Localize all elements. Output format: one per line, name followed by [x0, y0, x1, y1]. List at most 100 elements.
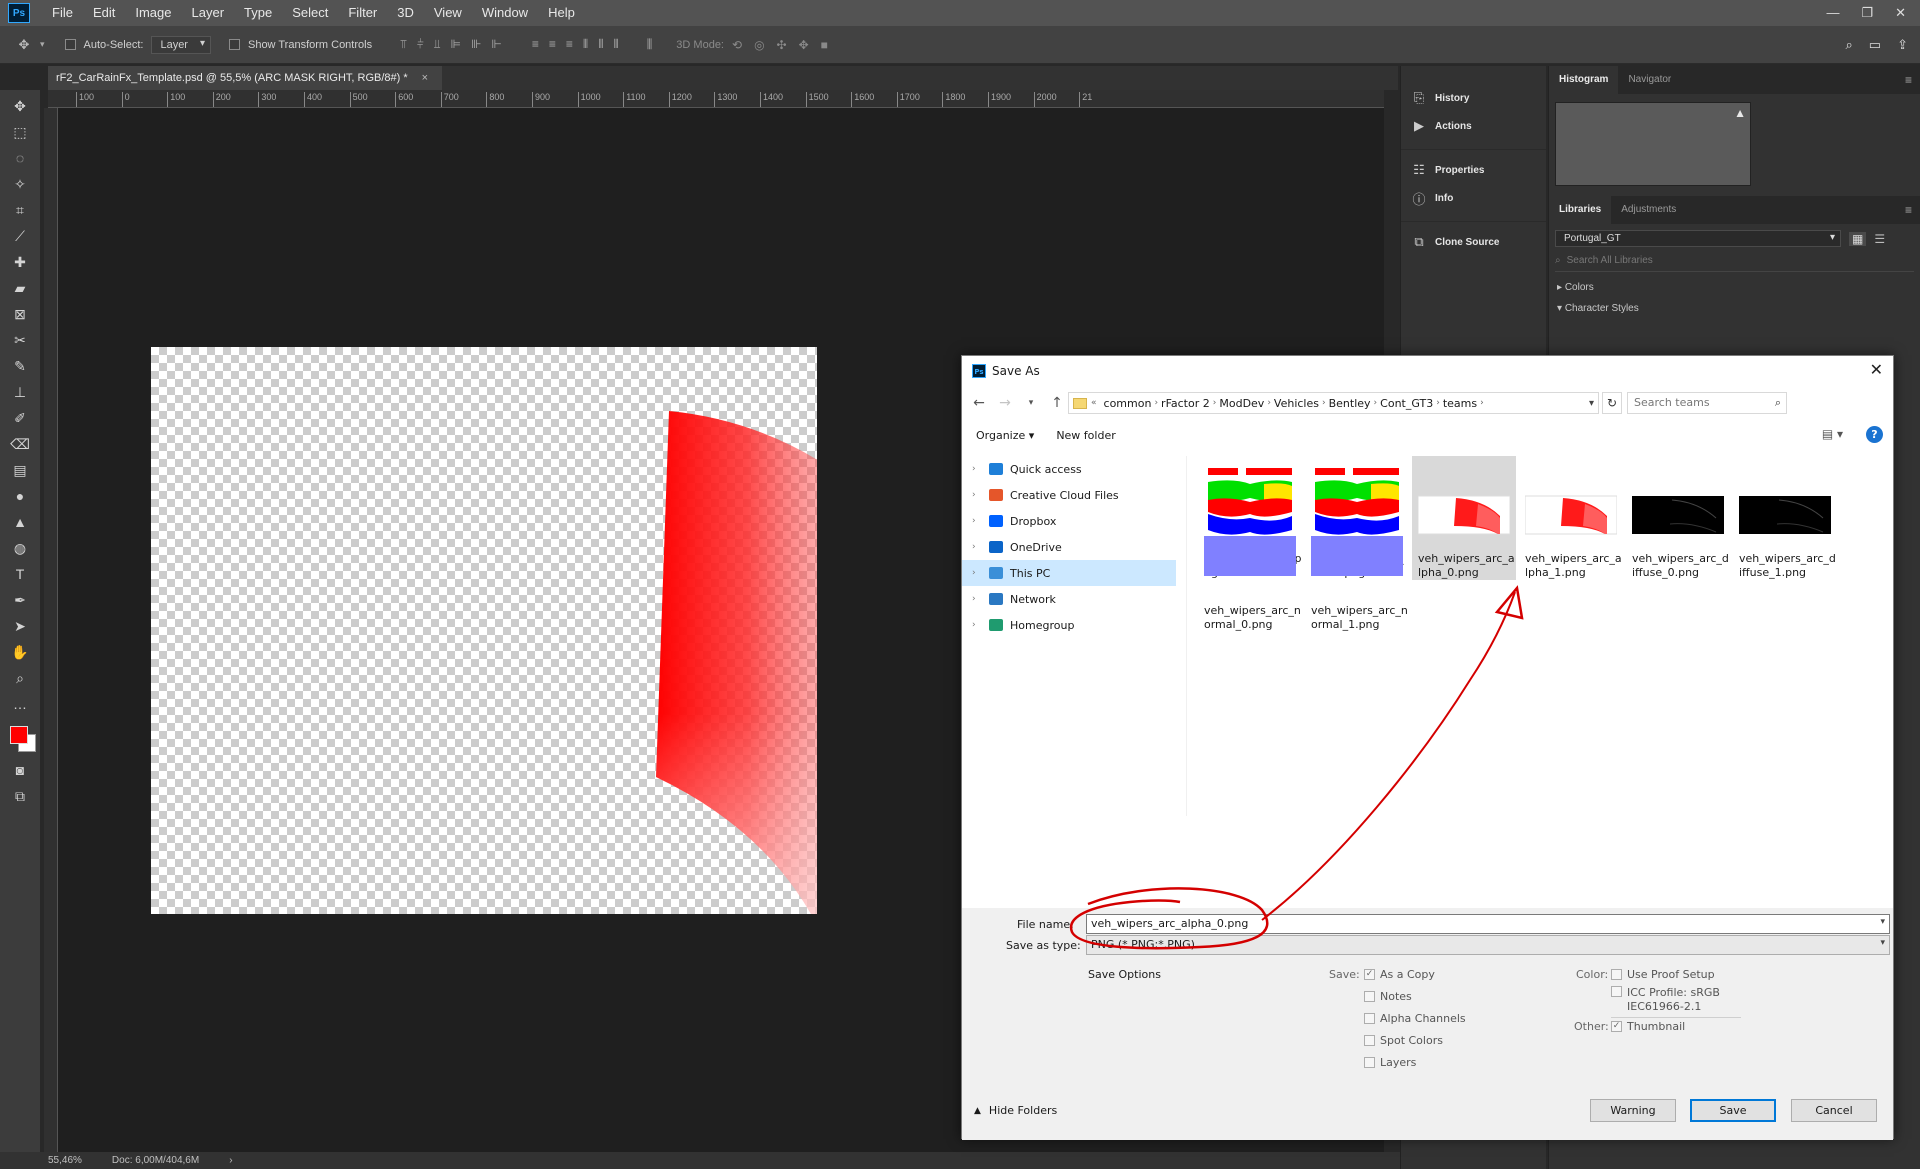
3d-scale-icon[interactable]: ■	[821, 38, 828, 52]
pen-tool-icon[interactable]: ✒	[7, 590, 33, 610]
tab-libraries[interactable]: Libraries	[1549, 196, 1612, 224]
menu-help[interactable]: Help	[538, 0, 585, 26]
menu-3d[interactable]: 3D	[387, 0, 424, 26]
library-dropdown[interactable]: Portugal_GT	[1555, 230, 1841, 247]
distribute-bottom-icon[interactable]: ≡	[566, 37, 573, 52]
change-view-icon[interactable]: ▤ ▾	[1822, 427, 1843, 441]
panel-menu-icon[interactable]: ≡	[1905, 203, 1912, 217]
quick-mask-icon[interactable]: ◙	[7, 760, 33, 780]
expand-chevron-icon[interactable]: ›	[972, 542, 982, 552]
align-left-icon[interactable]: ⊫	[451, 37, 461, 52]
distribute-top-icon[interactable]: ≡	[532, 37, 539, 52]
align-bottom-icon[interactable]: ⫫	[434, 37, 441, 52]
icc-profile-checkbox[interactable]: ICC Profile: sRGB IEC61966-2.1	[1611, 986, 1720, 1014]
list-view-icon[interactable]: ☰	[1874, 232, 1885, 246]
address-bar[interactable]: « common › rFactor 2 › ModDev › Vehicles › Bentl…	[1068, 392, 1599, 414]
distribute-vcenter-icon[interactable]: ≡	[549, 37, 556, 52]
sharpen-tool-icon[interactable]: ▲	[7, 512, 33, 532]
crop-tool-icon[interactable]: ⌗	[7, 200, 33, 220]
distribute-hcenter-icon[interactable]: ⦀	[598, 37, 603, 52]
chevron-down-icon[interactable]: ▾	[40, 39, 45, 50]
save-option-as-a-copy-checkbox[interactable]: ✓ As a Copy	[1364, 968, 1435, 981]
align-top-icon[interactable]: ⫪	[400, 37, 407, 52]
help-icon[interactable]: ?	[1866, 426, 1883, 443]
move-tool-icon[interactable]: ✥	[16, 37, 32, 53]
search-icon[interactable]: ⌕	[1846, 37, 1853, 53]
auto-select-dropdown[interactable]: Layer	[151, 35, 211, 54]
address-history-chevron-icon[interactable]: ▾	[1589, 398, 1598, 409]
file-item[interactable]: veh_wipers_arc_alpha_0.png	[1412, 456, 1516, 580]
close-icon[interactable]: ✕	[1895, 5, 1906, 21]
tab-navigator[interactable]: Navigator	[1618, 66, 1681, 94]
breadcrumb-item[interactable]: rFactor 2	[1158, 397, 1213, 410]
tab-histogram[interactable]: Histogram	[1549, 66, 1619, 94]
breadcrumb-item[interactable]: ModDev	[1216, 397, 1267, 410]
dodge-tool-icon[interactable]: ◍	[7, 538, 33, 558]
breadcrumb-item[interactable]: Cont_GT3	[1377, 397, 1436, 410]
breadcrumb-item[interactable]: teams	[1440, 397, 1480, 410]
dock-item-info[interactable]: ⓘ Info	[1401, 184, 1546, 212]
lasso-tool-icon[interactable]: ◌	[7, 148, 33, 168]
library-search[interactable]: ⌕ Search All Libraries	[1555, 255, 1914, 272]
zoom-level[interactable]: 55,46%	[48, 1155, 82, 1166]
organize-button[interactable]: Organize ▾	[976, 429, 1034, 442]
file-item[interactable]: veh_wipers_arc_normal_0.png	[1198, 532, 1302, 656]
menu-window[interactable]: Window	[472, 0, 538, 26]
nav-item-homegroup[interactable]: › Homegroup	[962, 612, 1186, 638]
menu-select[interactable]: Select	[282, 0, 338, 26]
align-vcenter-icon[interactable]: ⫩	[417, 37, 424, 52]
close-tab-icon[interactable]: ×	[422, 66, 428, 90]
save-as-type-select[interactable]: PNG (*.PNG;*.PNG) ▾	[1086, 935, 1890, 955]
breadcrumb-item[interactable]: common	[1101, 397, 1155, 410]
warning-icon[interactable]: ▲	[1734, 106, 1746, 120]
expand-chevron-icon[interactable]: ›	[972, 620, 982, 630]
save-button[interactable]: Save	[1690, 1099, 1776, 1122]
document-tab[interactable]: rF2_CarRainFx_Template.psd @ 55,5% (ARC …	[48, 66, 443, 90]
file-item[interactable]: veh_wipers_arc_diffuse_1.png	[1733, 456, 1837, 580]
cancel-button[interactable]: Cancel	[1791, 1099, 1877, 1122]
healing-brush-tool-icon[interactable]: ✚	[7, 252, 33, 272]
breadcrumb-separator-icon[interactable]: ›	[1480, 398, 1484, 408]
3d-roll-icon[interactable]: ◎	[754, 38, 764, 52]
nav-item-creative-cloud-files[interactable]: › Creative Cloud Files	[962, 482, 1186, 508]
expand-chevron-icon[interactable]: ›	[972, 594, 982, 604]
expand-chevron-icon[interactable]: ›	[972, 516, 982, 526]
share-icon[interactable]: ⇪	[1897, 37, 1908, 53]
status-menu-chevron-icon[interactable]: ›	[229, 1155, 232, 1166]
hide-folders-toggle[interactable]: ▲ Hide Folders	[974, 1104, 1057, 1117]
eraser-tool-icon[interactable]: ⌫	[7, 434, 33, 454]
history-brush-tool-icon[interactable]: ✐	[7, 408, 33, 428]
color-swatches[interactable]	[6, 724, 36, 754]
document-canvas[interactable]	[151, 347, 817, 914]
foreground-color-swatch[interactable]	[10, 726, 28, 744]
warning-button[interactable]: Warning	[1590, 1099, 1676, 1122]
use-proof-setup-checkbox[interactable]: Use Proof Setup	[1611, 968, 1715, 981]
stamp-tool-icon[interactable]: ⊥	[7, 382, 33, 402]
file-item[interactable]: veh_wipers_arc_normal_1.png	[1305, 532, 1409, 656]
expand-chevron-icon[interactable]: ›	[972, 568, 982, 578]
frame-tool-icon[interactable]: ⊠	[7, 304, 33, 324]
menu-view[interactable]: View	[424, 0, 472, 26]
dock-item-properties[interactable]: ☷ Properties	[1401, 156, 1546, 184]
distribute-left-icon[interactable]: ⦀	[583, 37, 588, 52]
nav-item-dropbox[interactable]: › Dropbox	[962, 508, 1186, 534]
gradient-tool-icon[interactable]: ▤	[7, 460, 33, 480]
3d-rotate-icon[interactable]: ⟲	[732, 38, 742, 52]
brush-tool-icon[interactable]: ✎	[7, 356, 33, 376]
menu-filter[interactable]: Filter	[338, 0, 387, 26]
path-selection-tool-icon[interactable]: ➤	[7, 616, 33, 636]
eyedropper-tool-icon[interactable]: ⟋	[7, 226, 33, 246]
breadcrumb-item[interactable]: Vehicles	[1271, 397, 1322, 410]
forward-arrow-icon[interactable]: →	[998, 395, 1012, 411]
marquee-tool-icon[interactable]: ⬚	[7, 122, 33, 142]
pane-divider[interactable]	[1186, 456, 1187, 816]
file-item[interactable]: veh_wipers_arc_diffuse_0.png	[1626, 456, 1730, 580]
auto-align-icon[interactable]: ⫼	[647, 37, 653, 52]
save-option-notes-checkbox[interactable]: Notes	[1364, 990, 1412, 1003]
chevron-down-icon[interactable]: ▾	[1880, 917, 1885, 927]
refresh-icon[interactable]: ↻	[1602, 392, 1622, 414]
dock-item-clone-source[interactable]: ⧉ Clone Source	[1401, 228, 1546, 256]
expand-chevron-icon[interactable]: ›	[972, 490, 982, 500]
transform-controls-checkbox[interactable]	[228, 39, 240, 50]
recent-locations-chevron-icon[interactable]: ▾	[1024, 398, 1038, 408]
